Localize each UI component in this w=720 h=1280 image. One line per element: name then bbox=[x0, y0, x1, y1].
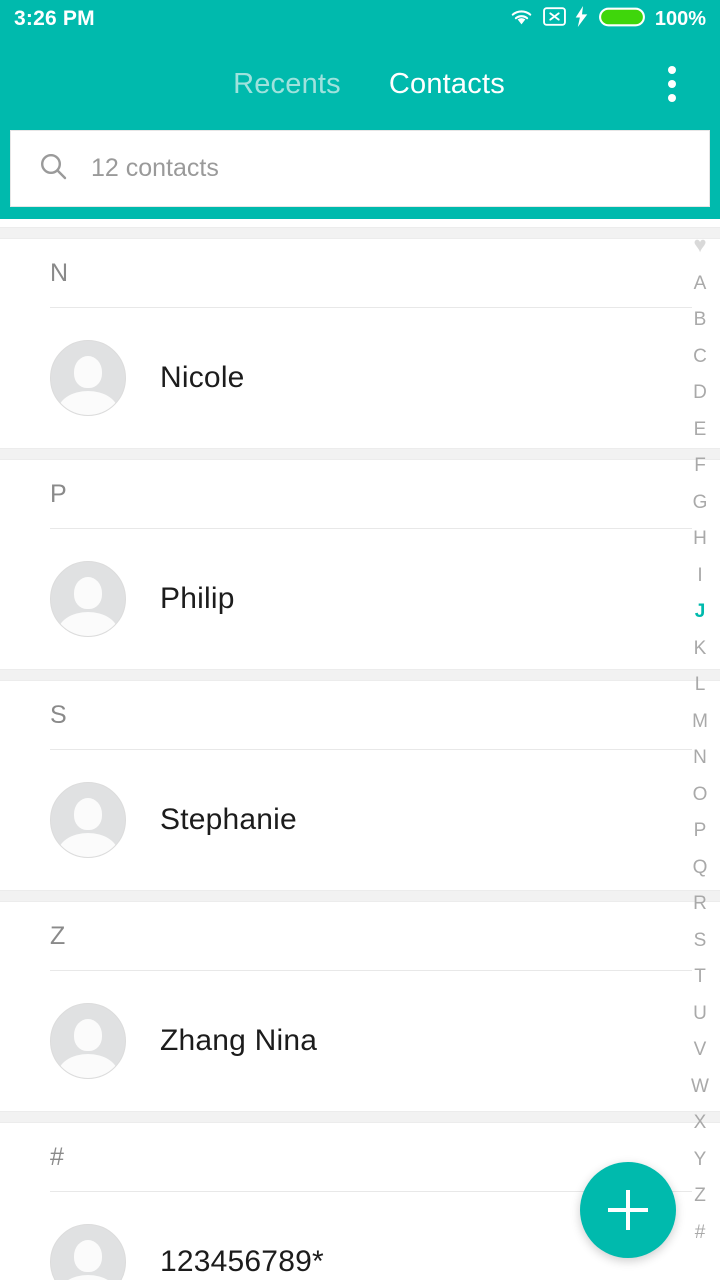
search-icon bbox=[37, 150, 69, 187]
section-divider-band bbox=[0, 448, 720, 460]
contacts-app-screen: 3:26 PM 100% Recents Contacts 12 contact… bbox=[0, 0, 720, 1280]
battery-icon bbox=[598, 6, 646, 33]
index-letter-n[interactable]: N bbox=[680, 748, 720, 767]
no-sim-icon bbox=[542, 6, 566, 32]
section-letter: S bbox=[50, 700, 67, 729]
tab-contacts[interactable]: Contacts bbox=[389, 68, 505, 101]
alphabet-index[interactable]: ♥ A B C D E F G H I J K L M N O P Q R S T U V W X Y Z # bbox=[680, 230, 720, 1246]
index-letter-c[interactable]: C bbox=[680, 347, 720, 366]
index-letter-t[interactable]: T bbox=[680, 967, 720, 986]
contact-row-philip[interactable]: Philip bbox=[0, 529, 720, 669]
index-letter-y[interactable]: Y bbox=[680, 1150, 720, 1169]
section-header-p: P bbox=[0, 460, 720, 528]
overflow-dot bbox=[668, 66, 676, 74]
default-person-avatar bbox=[50, 1003, 126, 1079]
index-letter-r[interactable]: R bbox=[680, 894, 720, 913]
battery-percentage: 100% bbox=[654, 7, 706, 30]
index-letter-b[interactable]: B bbox=[680, 310, 720, 329]
avatar-head bbox=[74, 356, 102, 388]
index-letter-#[interactable]: # bbox=[680, 1223, 720, 1242]
index-letter-e[interactable]: E bbox=[680, 420, 720, 439]
index-letter-a[interactable]: A bbox=[680, 274, 720, 293]
contact-name: Zhang Nina bbox=[160, 1024, 318, 1057]
contact-row-zhang-nina[interactable]: Zhang Nina bbox=[0, 971, 720, 1111]
index-favorites-heart-icon[interactable]: ♥ bbox=[680, 234, 720, 256]
index-letter-o[interactable]: O bbox=[680, 785, 720, 804]
tab-bar: Recents Contacts bbox=[215, 68, 505, 101]
avatar-head bbox=[74, 1019, 102, 1051]
section-divider-band bbox=[0, 1111, 720, 1123]
index-letter-x[interactable]: X bbox=[680, 1113, 720, 1132]
contact-row-stephanie[interactable]: Stephanie bbox=[0, 750, 720, 890]
index-letter-z[interactable]: Z bbox=[680, 1186, 720, 1205]
overflow-dot bbox=[668, 94, 676, 102]
avatar-body bbox=[58, 833, 118, 857]
status-bar: 3:26 PM 100% bbox=[0, 0, 720, 38]
default-person-avatar bbox=[50, 1224, 126, 1280]
avatar-head bbox=[74, 1240, 102, 1272]
default-person-avatar bbox=[50, 340, 126, 416]
index-letter-v[interactable]: V bbox=[680, 1040, 720, 1059]
section-letter: N bbox=[50, 258, 69, 287]
search-input[interactable]: 12 contacts bbox=[10, 130, 710, 207]
section-letter: P bbox=[50, 479, 67, 508]
avatar-body bbox=[58, 1275, 118, 1280]
partial-section-letter: J bbox=[50, 219, 63, 226]
status-icons: 100% bbox=[509, 6, 706, 33]
plus-icon bbox=[626, 1190, 630, 1230]
contacts-list[interactable]: J N Nicole P Philip bbox=[0, 219, 720, 1280]
index-letter-g[interactable]: G bbox=[680, 493, 720, 512]
index-letter-i[interactable]: I bbox=[680, 566, 720, 585]
avatar-body bbox=[58, 391, 118, 415]
contact-name: Philip bbox=[160, 582, 235, 615]
avatar-body bbox=[58, 1054, 118, 1078]
index-letter-m[interactable]: M bbox=[680, 712, 720, 731]
contact-name: Stephanie bbox=[160, 803, 297, 836]
contact-row-nicole[interactable]: Nicole bbox=[0, 308, 720, 448]
tab-recents[interactable]: Recents bbox=[233, 68, 341, 101]
default-person-avatar bbox=[50, 561, 126, 637]
search-placeholder: 12 contacts bbox=[91, 154, 219, 182]
index-letter-j[interactable]: J bbox=[680, 602, 720, 621]
section-letter: Z bbox=[50, 921, 66, 950]
section-divider-band bbox=[0, 227, 720, 239]
wifi-icon bbox=[509, 7, 534, 31]
index-letter-s[interactable]: S bbox=[680, 931, 720, 950]
section-letter: # bbox=[50, 1142, 64, 1171]
index-letter-u[interactable]: U bbox=[680, 1004, 720, 1023]
index-letter-l[interactable]: L bbox=[680, 675, 720, 694]
contact-name: 123456789* bbox=[160, 1245, 324, 1278]
default-person-avatar bbox=[50, 782, 126, 858]
index-letter-d[interactable]: D bbox=[680, 383, 720, 402]
overflow-dot bbox=[668, 80, 676, 88]
section-divider-band bbox=[0, 890, 720, 902]
section-header-s: S bbox=[0, 681, 720, 749]
section-divider-band bbox=[0, 669, 720, 681]
index-letter-w[interactable]: W bbox=[680, 1077, 720, 1096]
search-container: 12 contacts bbox=[0, 130, 720, 219]
app-bar: Recents Contacts bbox=[0, 38, 720, 130]
index-letter-p[interactable]: P bbox=[680, 821, 720, 840]
charging-bolt-icon bbox=[575, 6, 589, 32]
index-letter-k[interactable]: K bbox=[680, 639, 720, 658]
overflow-menu-icon[interactable] bbox=[660, 58, 684, 110]
avatar-head bbox=[74, 798, 102, 830]
partial-section-header: J bbox=[0, 219, 720, 227]
status-time: 3:26 PM bbox=[14, 7, 95, 30]
add-contact-button[interactable] bbox=[580, 1162, 676, 1258]
avatar-body bbox=[58, 612, 118, 636]
section-header-n: N bbox=[0, 239, 720, 307]
contact-name: Nicole bbox=[160, 361, 245, 394]
index-letter-q[interactable]: Q bbox=[680, 858, 720, 877]
index-letter-f[interactable]: F bbox=[680, 456, 720, 475]
index-letter-h[interactable]: H bbox=[680, 529, 720, 548]
section-header-z: Z bbox=[0, 902, 720, 970]
avatar-head bbox=[74, 577, 102, 609]
